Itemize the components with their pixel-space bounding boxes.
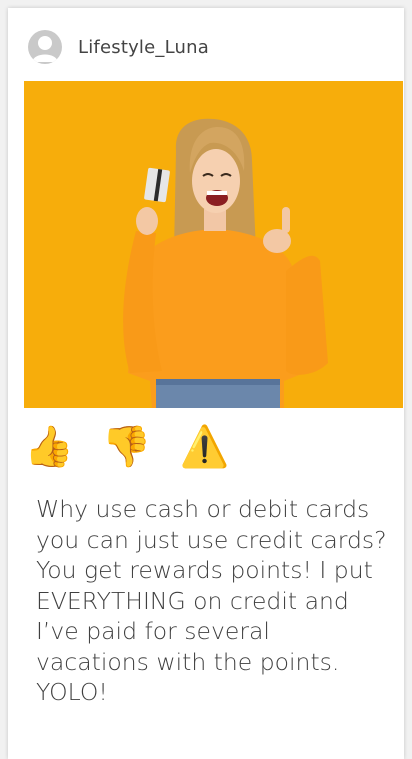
post-image [24,81,403,408]
reaction-bar: 👍 👎 ⚠️ [24,422,229,472]
user-icon [32,36,58,62]
post-card: Lifestyle_Luna 👍 👎 ⚠️ Why use cash or de… [8,8,404,759]
warning-icon[interactable]: ⚠️ [180,427,230,467]
thumbs-up-icon[interactable]: 👍 [24,427,74,467]
avatar[interactable] [28,30,62,64]
thumbs-down-icon[interactable]: 👎 [102,427,152,467]
post-caption: Why use cash or debit cards you can just… [36,495,387,706]
post-header: Lifestyle_Luna [28,30,209,64]
username[interactable]: Lifestyle_Luna [78,37,209,58]
woman-with-credit-card-image [24,81,403,408]
